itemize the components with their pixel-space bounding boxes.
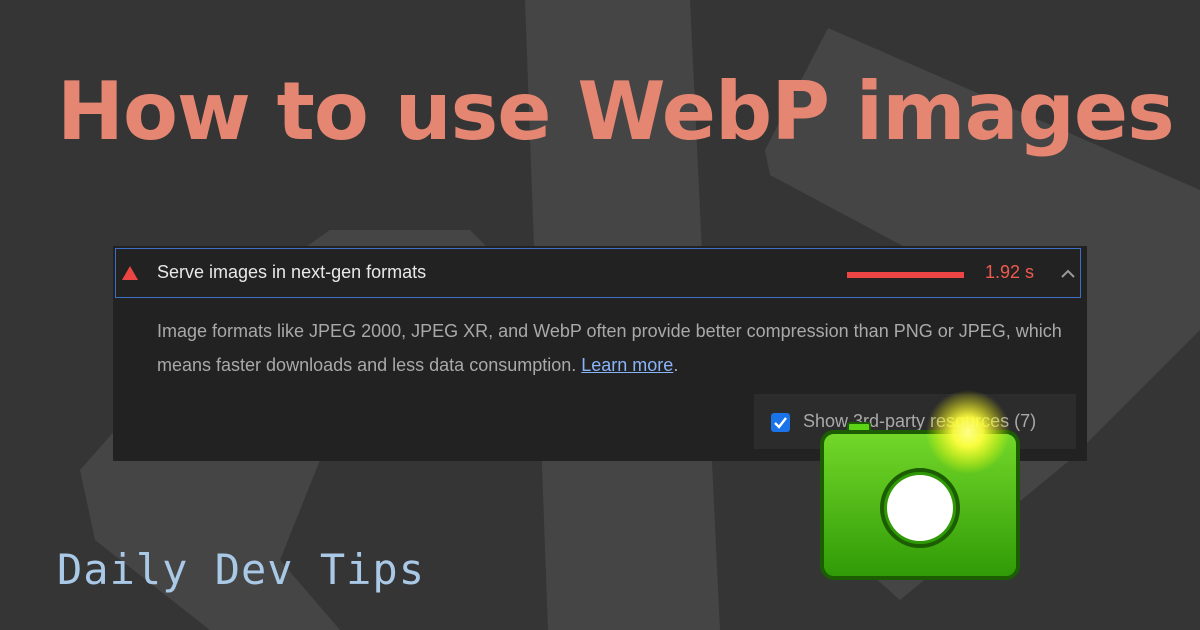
audit-title: Serve images in next-gen formats (157, 262, 427, 282)
audit-header[interactable]: Serve images in next-gen formats 1.92 s (115, 248, 1081, 298)
chevron-up-icon[interactable] (1060, 267, 1076, 279)
checkmark-icon (774, 417, 787, 429)
brand-name: Daily Dev Tips (57, 545, 426, 594)
page-title: How to use WebP images (57, 65, 1175, 158)
camera-icon (820, 390, 1020, 580)
third-party-checkbox[interactable] (771, 413, 790, 432)
savings-bar (847, 272, 964, 278)
savings-value: 1.92 s (985, 262, 1035, 282)
audit-description: Image formats like JPEG 2000, JPEG XR, a… (157, 314, 1067, 382)
description-end: . (673, 355, 679, 375)
learn-more-link[interactable]: Learn more (581, 355, 673, 375)
warning-triangle-icon (122, 266, 138, 280)
